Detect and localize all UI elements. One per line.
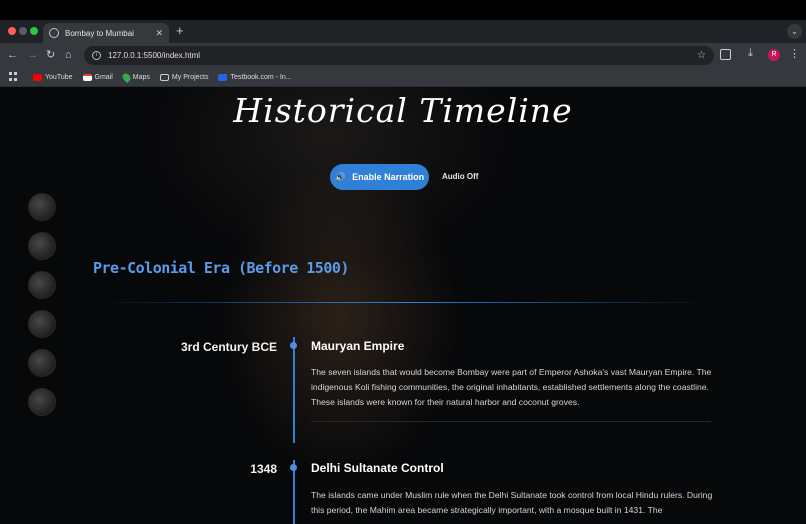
forward-arrow-icon[interactable]: → [27, 48, 38, 62]
audio-status: Audio Off [442, 172, 479, 181]
address-bar[interactable]: i 127.0.0.1:5500/index.html ☆ [84, 46, 714, 65]
maps-icon [120, 71, 132, 83]
bookmark-label: Testbook.com - In... [230, 73, 292, 81]
timeline-line [293, 337, 295, 443]
tab-search-button[interactable]: ⌄ [787, 24, 802, 39]
browser-toolbar: ← → ↻ ⌂ i 127.0.0.1:5500/index.html ☆ ⤓ … [0, 43, 806, 68]
era-thumbnail[interactable] [28, 271, 56, 299]
download-icon[interactable]: ⤓ [748, 47, 753, 60]
browser-menu-icon[interactable]: ⋮ [789, 47, 800, 60]
url-text[interactable]: 127.0.0.1:5500/index.html [108, 51, 697, 60]
bookmark-youtube[interactable]: YouTube [33, 73, 73, 81]
apps-grid-icon[interactable] [9, 72, 19, 82]
era-thumbnail[interactable] [28, 388, 56, 416]
event-title: Mauryan Empire [311, 339, 405, 353]
bookmark-testbook[interactable]: Testbook.com - In... [218, 73, 292, 81]
bookmark-label: Gmail [94, 73, 113, 81]
page-title: Historical Timeline [233, 91, 573, 130]
bookmark-my-projects[interactable]: My Projects [159, 73, 209, 81]
back-arrow-icon[interactable]: ← [7, 48, 18, 62]
globe-icon [49, 28, 59, 38]
profile-avatar[interactable]: R [768, 49, 780, 61]
reload-icon[interactable]: ↻ [46, 48, 55, 62]
site-info-icon[interactable]: i [92, 51, 101, 60]
era-thumbnail[interactable] [28, 349, 56, 377]
new-tab-button[interactable]: + [176, 24, 184, 38]
event-description: The islands came under Muslim rule when … [311, 490, 713, 515]
enable-narration-button[interactable]: 🔊 Enable Narration [330, 164, 429, 190]
speaker-icon: 🔊 [334, 171, 347, 182]
event-description: The seven islands that would become Bomb… [311, 367, 712, 407]
screen-top-bar [0, 0, 806, 20]
testbook-icon [218, 73, 228, 81]
window-close-button[interactable] [8, 27, 16, 35]
event-title: Delhi Sultanate Control [311, 461, 444, 475]
page-content: Historical Timeline 🔊 Enable Narration A… [0, 87, 806, 524]
narration-button-label: Enable Narration [352, 172, 425, 182]
bookmark-label: My Projects [171, 73, 209, 81]
tab-close-icon[interactable]: ✕ [155, 28, 163, 39]
era-thumbnail[interactable] [28, 310, 56, 338]
era-thumbnail-nav [28, 193, 56, 427]
bookmark-label: YouTube [45, 73, 73, 81]
era-thumbnail[interactable] [28, 193, 56, 221]
bookmark-label: Maps [132, 73, 150, 81]
era-thumbnail[interactable] [28, 232, 56, 260]
event-date: 1348 [250, 462, 277, 476]
tab-strip: Bombay to Mumbai ✕ + ⌄ [0, 20, 806, 43]
era-heading: Pre-Colonial Era (Before 1500) [93, 259, 349, 277]
window-minimize-button[interactable] [19, 27, 27, 35]
youtube-icon [33, 73, 42, 81]
tab-title: Bombay to Mumbai [65, 28, 134, 38]
event-date: 3rd Century BCE [180, 340, 277, 354]
bookmark-maps[interactable]: Maps [120, 71, 150, 83]
window-maximize-button[interactable] [30, 27, 38, 35]
gmail-icon [82, 73, 92, 81]
browser-tab[interactable]: Bombay to Mumbai ✕ [43, 23, 169, 43]
era-divider [100, 302, 710, 303]
extensions-icon[interactable] [720, 49, 731, 60]
event-separator [311, 421, 711, 422]
timeline-dot [290, 342, 297, 349]
timeline-dot [290, 464, 297, 471]
bookmark-gmail[interactable]: Gmail [82, 73, 113, 81]
bookmarks-bar: YouTube Gmail Maps My Projects Testbook.… [0, 68, 806, 87]
home-icon[interactable]: ⌂ [65, 48, 72, 62]
folder-icon [159, 73, 169, 81]
bookmark-star-icon[interactable]: ☆ [697, 50, 706, 61]
